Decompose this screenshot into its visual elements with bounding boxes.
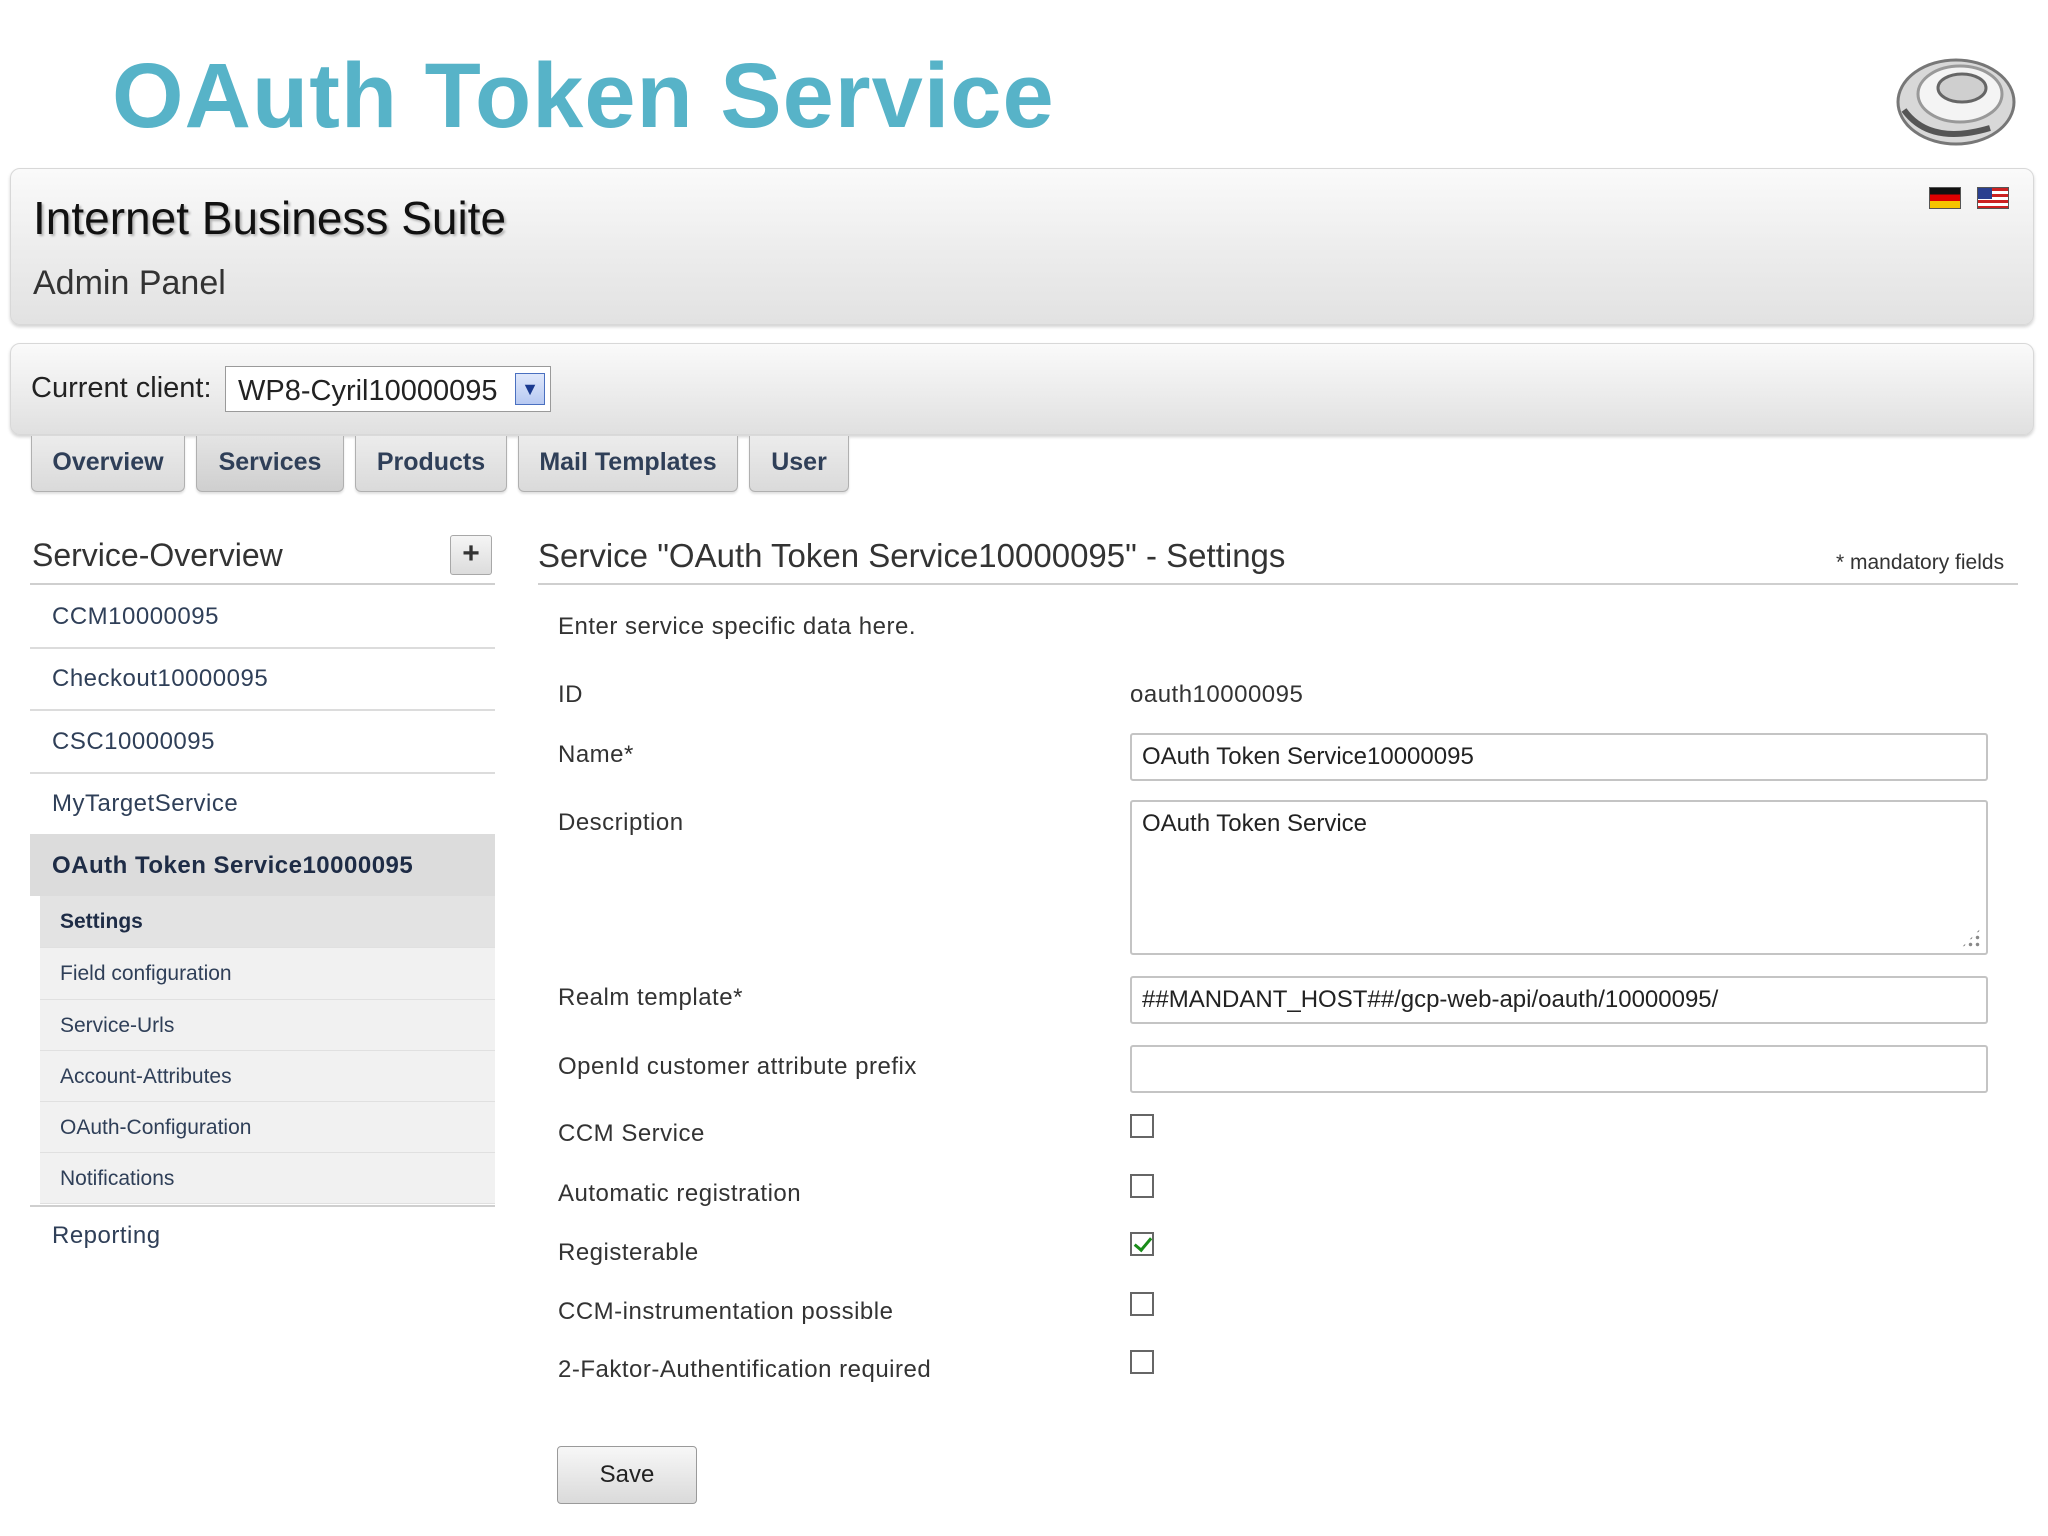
name-label: Name* xyxy=(558,741,634,768)
sidebar-subitem-account-attributes[interactable]: Account-Attributes xyxy=(40,1051,495,1102)
openid-prefix-label: OpenId customer attribute prefix xyxy=(558,1053,917,1080)
sidebar-subitem-field-configuration[interactable]: Field configuration xyxy=(40,948,495,1000)
description-value: OAuth Token Service xyxy=(1142,810,1368,837)
sidebar-subitem-notifications[interactable]: Notifications xyxy=(40,1153,495,1204)
two-factor-label: 2-Faktor-Authentification required xyxy=(558,1356,932,1383)
sidebar-title: Service-Overview xyxy=(32,537,283,573)
sidebar-item-ccm[interactable]: CCM10000095 xyxy=(30,587,495,649)
sidebar-item-mytargetservice[interactable]: MyTargetService xyxy=(30,774,495,836)
description-label: Description xyxy=(558,809,684,836)
openid-prefix-field[interactable] xyxy=(1130,1045,1988,1093)
automatic-registration-checkbox[interactable] xyxy=(1130,1174,1154,1198)
sidebar-divider xyxy=(30,1205,495,1207)
id-label: ID xyxy=(558,681,583,708)
tab-mail-templates[interactable]: Mail Templates xyxy=(518,436,738,492)
automatic-registration-label: Automatic registration xyxy=(558,1180,802,1207)
mandatory-note: * mandatory fields xyxy=(1836,551,2005,574)
save-button[interactable]: Save xyxy=(557,1446,697,1504)
us-flag-icon[interactable] xyxy=(1977,187,2009,209)
sidebar-item-oauth[interactable]: OAuth Token Service10000095 xyxy=(30,836,495,896)
add-service-button[interactable]: + xyxy=(450,535,492,575)
sidebar-item-reporting[interactable]: Reporting xyxy=(30,1210,495,1262)
client-label: Current client: xyxy=(31,372,212,404)
ccm-instrumentation-checkbox[interactable] xyxy=(1130,1292,1154,1316)
realm-template-label: Realm template* xyxy=(558,984,743,1011)
german-flag-icon[interactable] xyxy=(1929,187,1961,209)
realm-template-field[interactable]: ##MANDANT_HOST##/gcp-web-api/oauth/10000… xyxy=(1130,976,1988,1024)
sidebar-item-csc[interactable]: CSC10000095 xyxy=(30,711,495,774)
sidebar-subitem-oauth-configuration[interactable]: OAuth-Configuration xyxy=(40,1102,495,1153)
ccm-service-label: CCM Service xyxy=(558,1120,705,1147)
registerable-checkbox[interactable] xyxy=(1130,1232,1154,1256)
chevron-down-icon[interactable]: ▼ xyxy=(515,373,545,405)
slide-title: OAuth Token Service xyxy=(112,45,1055,147)
id-value: oauth10000095 xyxy=(1130,681,1304,708)
registerable-label: Registerable xyxy=(558,1239,699,1266)
sidebar-divider xyxy=(30,583,495,585)
description-field[interactable]: OAuth Token Service xyxy=(1130,800,1988,955)
tab-services[interactable]: Services xyxy=(196,436,344,492)
tab-user[interactable]: User xyxy=(749,436,849,492)
sidebar-subitem-service-urls[interactable]: Service-Urls xyxy=(40,1000,495,1051)
name-field[interactable]: OAuth Token Service10000095 xyxy=(1130,733,1988,781)
client-bar: Current client: WP8-Cyril10000095 ▼ xyxy=(10,343,2034,435)
app-title: Internet Business Suite xyxy=(33,192,507,244)
tab-overview[interactable]: Overview xyxy=(31,436,185,492)
resize-grip-icon[interactable] xyxy=(1960,927,1982,949)
sidebar-item-checkout[interactable]: Checkout10000095 xyxy=(30,649,495,711)
app-subtitle: Admin Panel xyxy=(33,264,226,302)
logo-icon xyxy=(1896,58,2016,146)
ccm-instrumentation-label: CCM-instrumentation possible xyxy=(558,1298,894,1325)
page-title: Service "OAuth Token Service10000095" - … xyxy=(538,537,1286,574)
client-select-value: WP8-Cyril10000095 xyxy=(238,375,498,407)
header-panel: Internet Business Suite Admin Panel xyxy=(10,168,2034,325)
sidebar-subitem-settings[interactable]: Settings xyxy=(40,896,495,948)
intro-text: Enter service specific data here. xyxy=(558,613,916,640)
two-factor-checkbox[interactable] xyxy=(1130,1350,1154,1374)
ccm-service-checkbox[interactable] xyxy=(1130,1114,1154,1138)
tab-products[interactable]: Products xyxy=(355,436,507,492)
client-select[interactable]: WP8-Cyril10000095 ▼ xyxy=(225,366,551,412)
title-divider xyxy=(538,583,2018,585)
